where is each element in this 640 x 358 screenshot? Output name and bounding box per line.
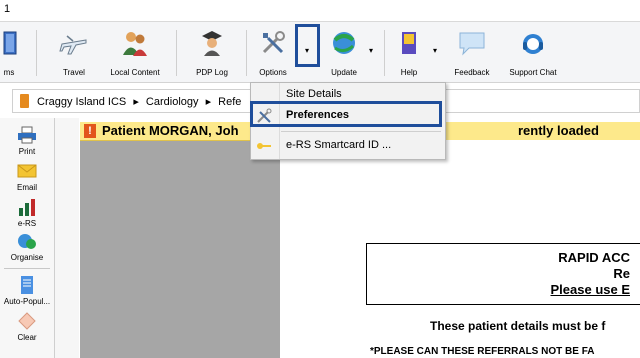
help-dropdown-arrow[interactable]: ▾ bbox=[428, 32, 442, 70]
preview-background bbox=[80, 140, 280, 358]
document-heading: RAPID ACC bbox=[558, 250, 630, 265]
options-dropdown-highlight bbox=[295, 24, 320, 67]
breadcrumb-item[interactable]: Cardiology bbox=[146, 96, 199, 108]
document-warning-line: *PLEASE CAN THESE REFERRALS NOT BE FA bbox=[370, 346, 595, 357]
menu-item-ers-smartcard[interactable]: e-RS Smartcard ID ... bbox=[251, 135, 445, 157]
sidebar-separator bbox=[4, 268, 50, 269]
printer-icon bbox=[18, 126, 36, 144]
update-dropdown-arrow[interactable]: ▾ bbox=[364, 32, 378, 70]
breadcrumb-separator: ▸ bbox=[133, 96, 139, 108]
travel-button[interactable]: Travel bbox=[56, 26, 92, 78]
ribbon-separator bbox=[384, 30, 385, 76]
warning-text-left: Patient MORGAN, Joh bbox=[102, 123, 239, 138]
help-button[interactable]: Help bbox=[392, 26, 426, 78]
help-book-icon bbox=[402, 32, 416, 54]
ers-chart-icon bbox=[19, 199, 35, 216]
document-icon bbox=[21, 276, 33, 294]
speech-bubble-icon bbox=[459, 32, 485, 56]
email-button[interactable]: Email bbox=[0, 162, 54, 192]
referral-document: RAPID ACC Re Please use E These patient … bbox=[280, 140, 640, 358]
pdp-log-button[interactable]: PDP Log bbox=[192, 26, 232, 78]
preferences-highlight bbox=[250, 101, 442, 127]
document-notice: These patient details must be f bbox=[430, 319, 606, 333]
print-button[interactable]: Print bbox=[0, 126, 54, 156]
eraser-icon bbox=[18, 312, 36, 330]
feedback-button[interactable]: Feedback bbox=[452, 26, 492, 78]
breadcrumb-item[interactable]: Refe bbox=[218, 96, 241, 108]
document-instruction: Please use E bbox=[550, 282, 631, 297]
local-content-button[interactable]: Local Content bbox=[110, 26, 160, 78]
document-subheading: Re bbox=[613, 266, 630, 281]
ribbon-separator bbox=[36, 30, 37, 76]
breadcrumb-item[interactable]: Craggy Island ICS bbox=[37, 96, 126, 108]
people-icon bbox=[123, 32, 147, 56]
graduate-icon bbox=[202, 31, 222, 56]
key-icon bbox=[257, 143, 271, 149]
warning-icon: ! bbox=[84, 124, 96, 138]
ribbon-cutoff-button[interactable]: ms bbox=[0, 26, 24, 78]
breadcrumb-path: Craggy Island ICS ▸ Cardiology ▸ Refe bbox=[37, 95, 245, 108]
book-icon bbox=[3, 31, 17, 55]
warning-text-right: rently loaded bbox=[518, 123, 599, 138]
clear-button[interactable]: Clear bbox=[0, 312, 54, 342]
airplane-icon bbox=[59, 35, 87, 55]
ribbon-separator bbox=[246, 30, 247, 76]
ribbon-separator bbox=[176, 30, 177, 76]
window-title-bar: 1 bbox=[0, 0, 640, 22]
update-button[interactable]: Update bbox=[326, 26, 362, 78]
ribbon-toolbar: ms Travel Local Content PDP Log Options … bbox=[0, 22, 640, 83]
update-globe-icon bbox=[333, 32, 355, 54]
envelope-icon bbox=[17, 164, 37, 178]
menu-separator bbox=[281, 131, 441, 132]
side-toolbar: Print Email e-RS Organise Auto-Popul... bbox=[0, 118, 55, 358]
organise-button[interactable]: Organise bbox=[0, 232, 54, 262]
breadcrumb-separator: ▸ bbox=[205, 96, 212, 108]
organise-icon bbox=[18, 234, 36, 249]
headset-icon bbox=[523, 34, 543, 54]
ers-button[interactable]: e-RS bbox=[0, 198, 54, 228]
window-title: 1 bbox=[4, 3, 11, 15]
options-button[interactable]: Options bbox=[254, 26, 292, 78]
support-chat-button[interactable]: Support Chat bbox=[508, 26, 558, 78]
tools-icon bbox=[262, 31, 285, 54]
auto-populate-button[interactable]: Auto-Popul... bbox=[0, 276, 54, 306]
folder-icon bbox=[20, 94, 29, 108]
